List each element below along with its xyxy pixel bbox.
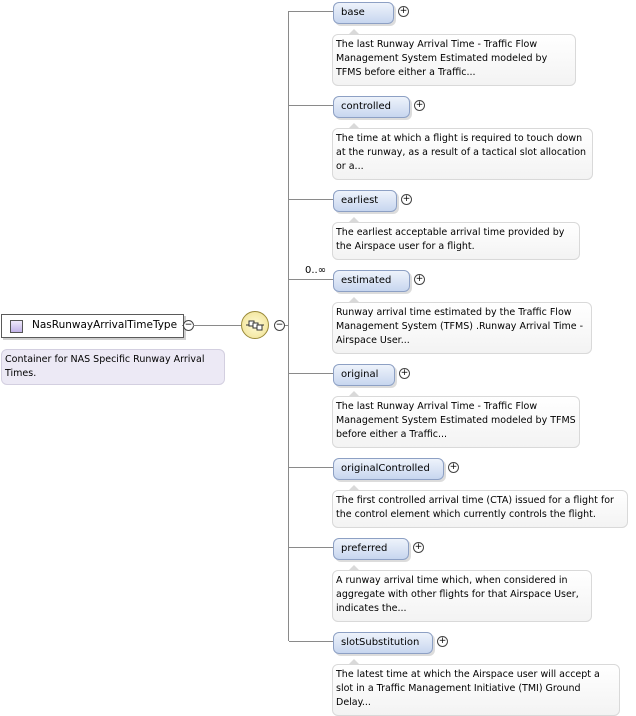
expand-plus-icon[interactable]: +: [414, 274, 425, 285]
branch-line: [289, 547, 333, 548]
branch-line: [289, 373, 333, 374]
expand-plus-icon[interactable]: +: [399, 368, 410, 379]
expand-plus-icon[interactable]: +: [448, 462, 459, 473]
element-doc: The earliest acceptable arrival time pro…: [332, 222, 580, 260]
element-original[interactable]: original: [333, 364, 395, 386]
doc-pointer: [349, 659, 359, 664]
branch-line: [289, 467, 333, 468]
root-type-box[interactable]: NasRunwayArrivalTimeType: [1, 314, 184, 338]
doc-pointer: [349, 391, 359, 396]
branch-line: [289, 105, 333, 106]
doc-pointer: [349, 297, 359, 302]
root-type-doc: Container for NAS Specific Runway Arriva…: [1, 349, 225, 385]
doc-pointer: [349, 123, 359, 128]
element-doc: The last Runway Arrival Time - Traffic F…: [332, 396, 580, 448]
branch-line: [289, 11, 333, 12]
element-slot-substitution[interactable]: slotSubstitution: [333, 632, 433, 654]
doc-pointer: [349, 485, 359, 490]
expand-plus-icon[interactable]: +: [401, 194, 412, 205]
element-earliest[interactable]: earliest: [333, 190, 397, 212]
element-doc: The first controlled arrival time (CTA) …: [332, 490, 628, 528]
expand-plus-icon[interactable]: +: [398, 6, 409, 17]
element-doc: The latest time at which the Airspace us…: [332, 664, 620, 716]
branch-line: [289, 279, 333, 280]
doc-pointer: [349, 565, 359, 570]
element-controlled[interactable]: controlled: [333, 96, 410, 118]
expand-plus-icon[interactable]: +: [413, 542, 424, 553]
root-type-name: NasRunwayArrivalTimeType: [32, 319, 178, 331]
expand-plus-icon[interactable]: +: [437, 636, 448, 647]
sequence-compositor-icon[interactable]: [241, 311, 269, 339]
element-preferred[interactable]: preferred: [333, 538, 409, 560]
complex-type-icon: [10, 320, 23, 333]
element-doc: Runway arrival time estimated by the Tra…: [332, 302, 592, 354]
branch-line: [289, 641, 333, 642]
element-doc: The time at which a flight is required t…: [332, 128, 593, 180]
branch-line: [289, 199, 333, 200]
sequence-collapse-minus-icon[interactable]: −: [274, 320, 285, 331]
multiplicity-label: 0..∞: [305, 265, 327, 276]
doc-pointer: [349, 29, 359, 34]
element-base[interactable]: base: [333, 2, 394, 24]
root-to-sequence-line: [193, 325, 241, 326]
element-doc: A runway arrival time which, when consid…: [332, 570, 592, 622]
element-estimated[interactable]: estimated: [333, 270, 410, 292]
expand-plus-icon[interactable]: +: [414, 100, 425, 111]
sequence-stub-line: [285, 325, 289, 326]
element-doc: The last Runway Arrival Time - Traffic F…: [332, 34, 576, 86]
doc-pointer: [349, 217, 359, 222]
element-original-controlled[interactable]: originalControlled: [333, 458, 444, 480]
